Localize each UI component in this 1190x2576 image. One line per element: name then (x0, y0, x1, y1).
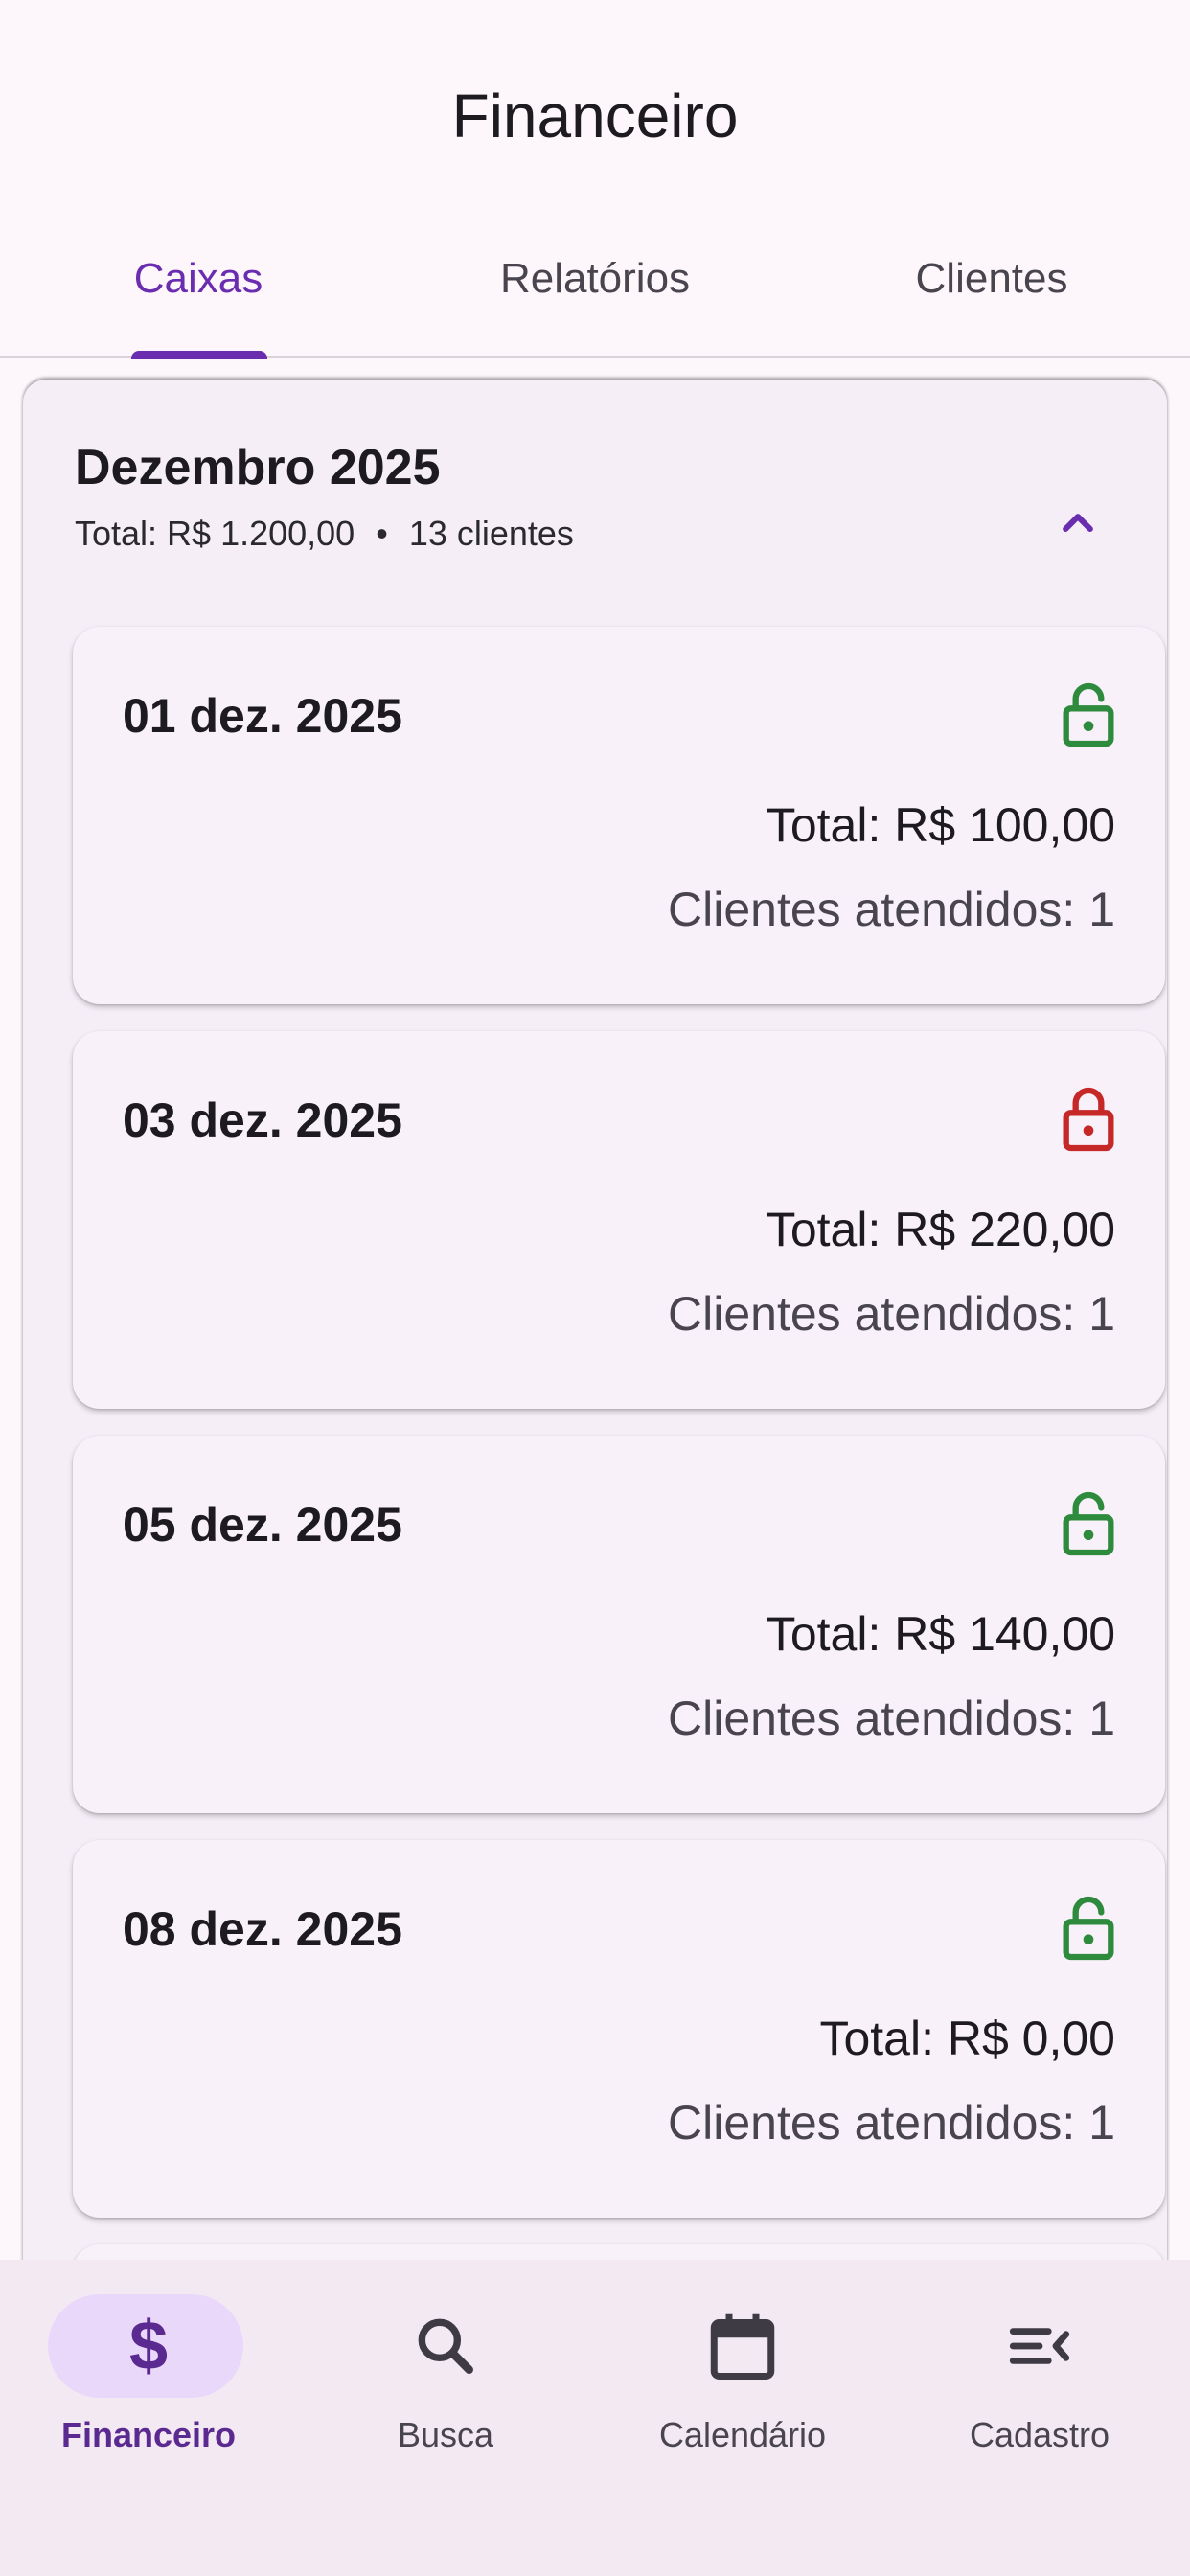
nav-cadastro[interactable]: Cadastro (891, 2277, 1188, 2469)
tab-clientes[interactable]: Clientes (793, 255, 1190, 351)
card-clients-count: Clientes atendidos: 1 (668, 1287, 1115, 1341)
month-summary: Total: R$ 1.200,00 • 13 clientes (75, 514, 574, 554)
tab-relatorios[interactable]: Relatórios (397, 255, 793, 351)
card-date: 03 dez. 2025 (123, 1093, 402, 1147)
card-date: 01 dez. 2025 (123, 689, 402, 743)
tab-caixas[interactable]: Caixas (0, 255, 397, 351)
menu-collapse-icon (1009, 2328, 1070, 2364)
nav-calendario[interactable]: Calendário (594, 2277, 891, 2469)
bottom-navigation: $ Financeiro Busca Calendário Cadastro (0, 2260, 1190, 2576)
cash-day-card[interactable]: 03 dez. 2025 Total: R$ 220,00 Clientes a… (73, 1031, 1165, 1409)
lock-open-icon (1063, 1896, 1114, 1961)
lock-open-icon (1063, 1491, 1114, 1556)
month-panel: Dezembro 2025 Total: R$ 1.200,00 • 13 clie… (23, 380, 1167, 2315)
card-total: Total: R$ 140,00 (766, 1607, 1115, 1661)
cash-day-card[interactable]: 01 dez. 2025 Total: R$ 100,00 Clientes a… (73, 627, 1165, 1004)
lock-closed-icon (1063, 1087, 1114, 1152)
card-clients-count: Clientes atendidos: 1 (668, 1691, 1115, 1745)
collapse-month-button[interactable] (1025, 470, 1131, 575)
summary-separator: • (376, 514, 388, 553)
cash-day-card[interactable]: 08 dez. 2025 Total: R$ 0,00 Clientes ate… (73, 1840, 1165, 2218)
card-total: Total: R$ 0,00 (819, 2012, 1115, 2065)
month-total: Total: R$ 1.200,00 (75, 514, 355, 553)
card-date: 05 dez. 2025 (123, 1498, 402, 1552)
card-clients-count: Clientes atendidos: 1 (668, 2096, 1115, 2150)
nav-label: Busca (397, 2415, 494, 2454)
page-title: Financeiro (451, 81, 739, 150)
dollar-icon: $ (128, 2308, 169, 2384)
month-clients: 13 clientes (408, 514, 574, 553)
chevron-up-icon (1063, 514, 1093, 533)
lock-open-icon (1063, 682, 1114, 748)
nav-label: Financeiro (60, 2415, 237, 2454)
card-clients-count: Clientes atendidos: 1 (668, 883, 1115, 936)
card-total: Total: R$ 100,00 (766, 798, 1115, 852)
active-tab-indicator (131, 351, 267, 359)
nav-label: Cadastro (969, 2415, 1110, 2454)
cash-day-card[interactable]: 05 dez. 2025 Total: R$ 140,00 Clientes a… (73, 1436, 1165, 1813)
nav-label: Calendário (658, 2415, 827, 2454)
search-icon (418, 2318, 473, 2374)
app-bar: Financeiro (0, 0, 1190, 201)
card-date: 08 dez. 2025 (123, 1902, 402, 1956)
nav-financeiro[interactable]: $ Financeiro (0, 2277, 297, 2469)
calendar-icon (710, 2313, 775, 2380)
tab-bar: Caixas Relatórios Clientes (0, 201, 1190, 358)
nav-busca[interactable]: Busca (297, 2277, 594, 2469)
card-total: Total: R$ 220,00 (766, 1203, 1115, 1256)
month-title: Dezembro 2025 (75, 440, 441, 495)
